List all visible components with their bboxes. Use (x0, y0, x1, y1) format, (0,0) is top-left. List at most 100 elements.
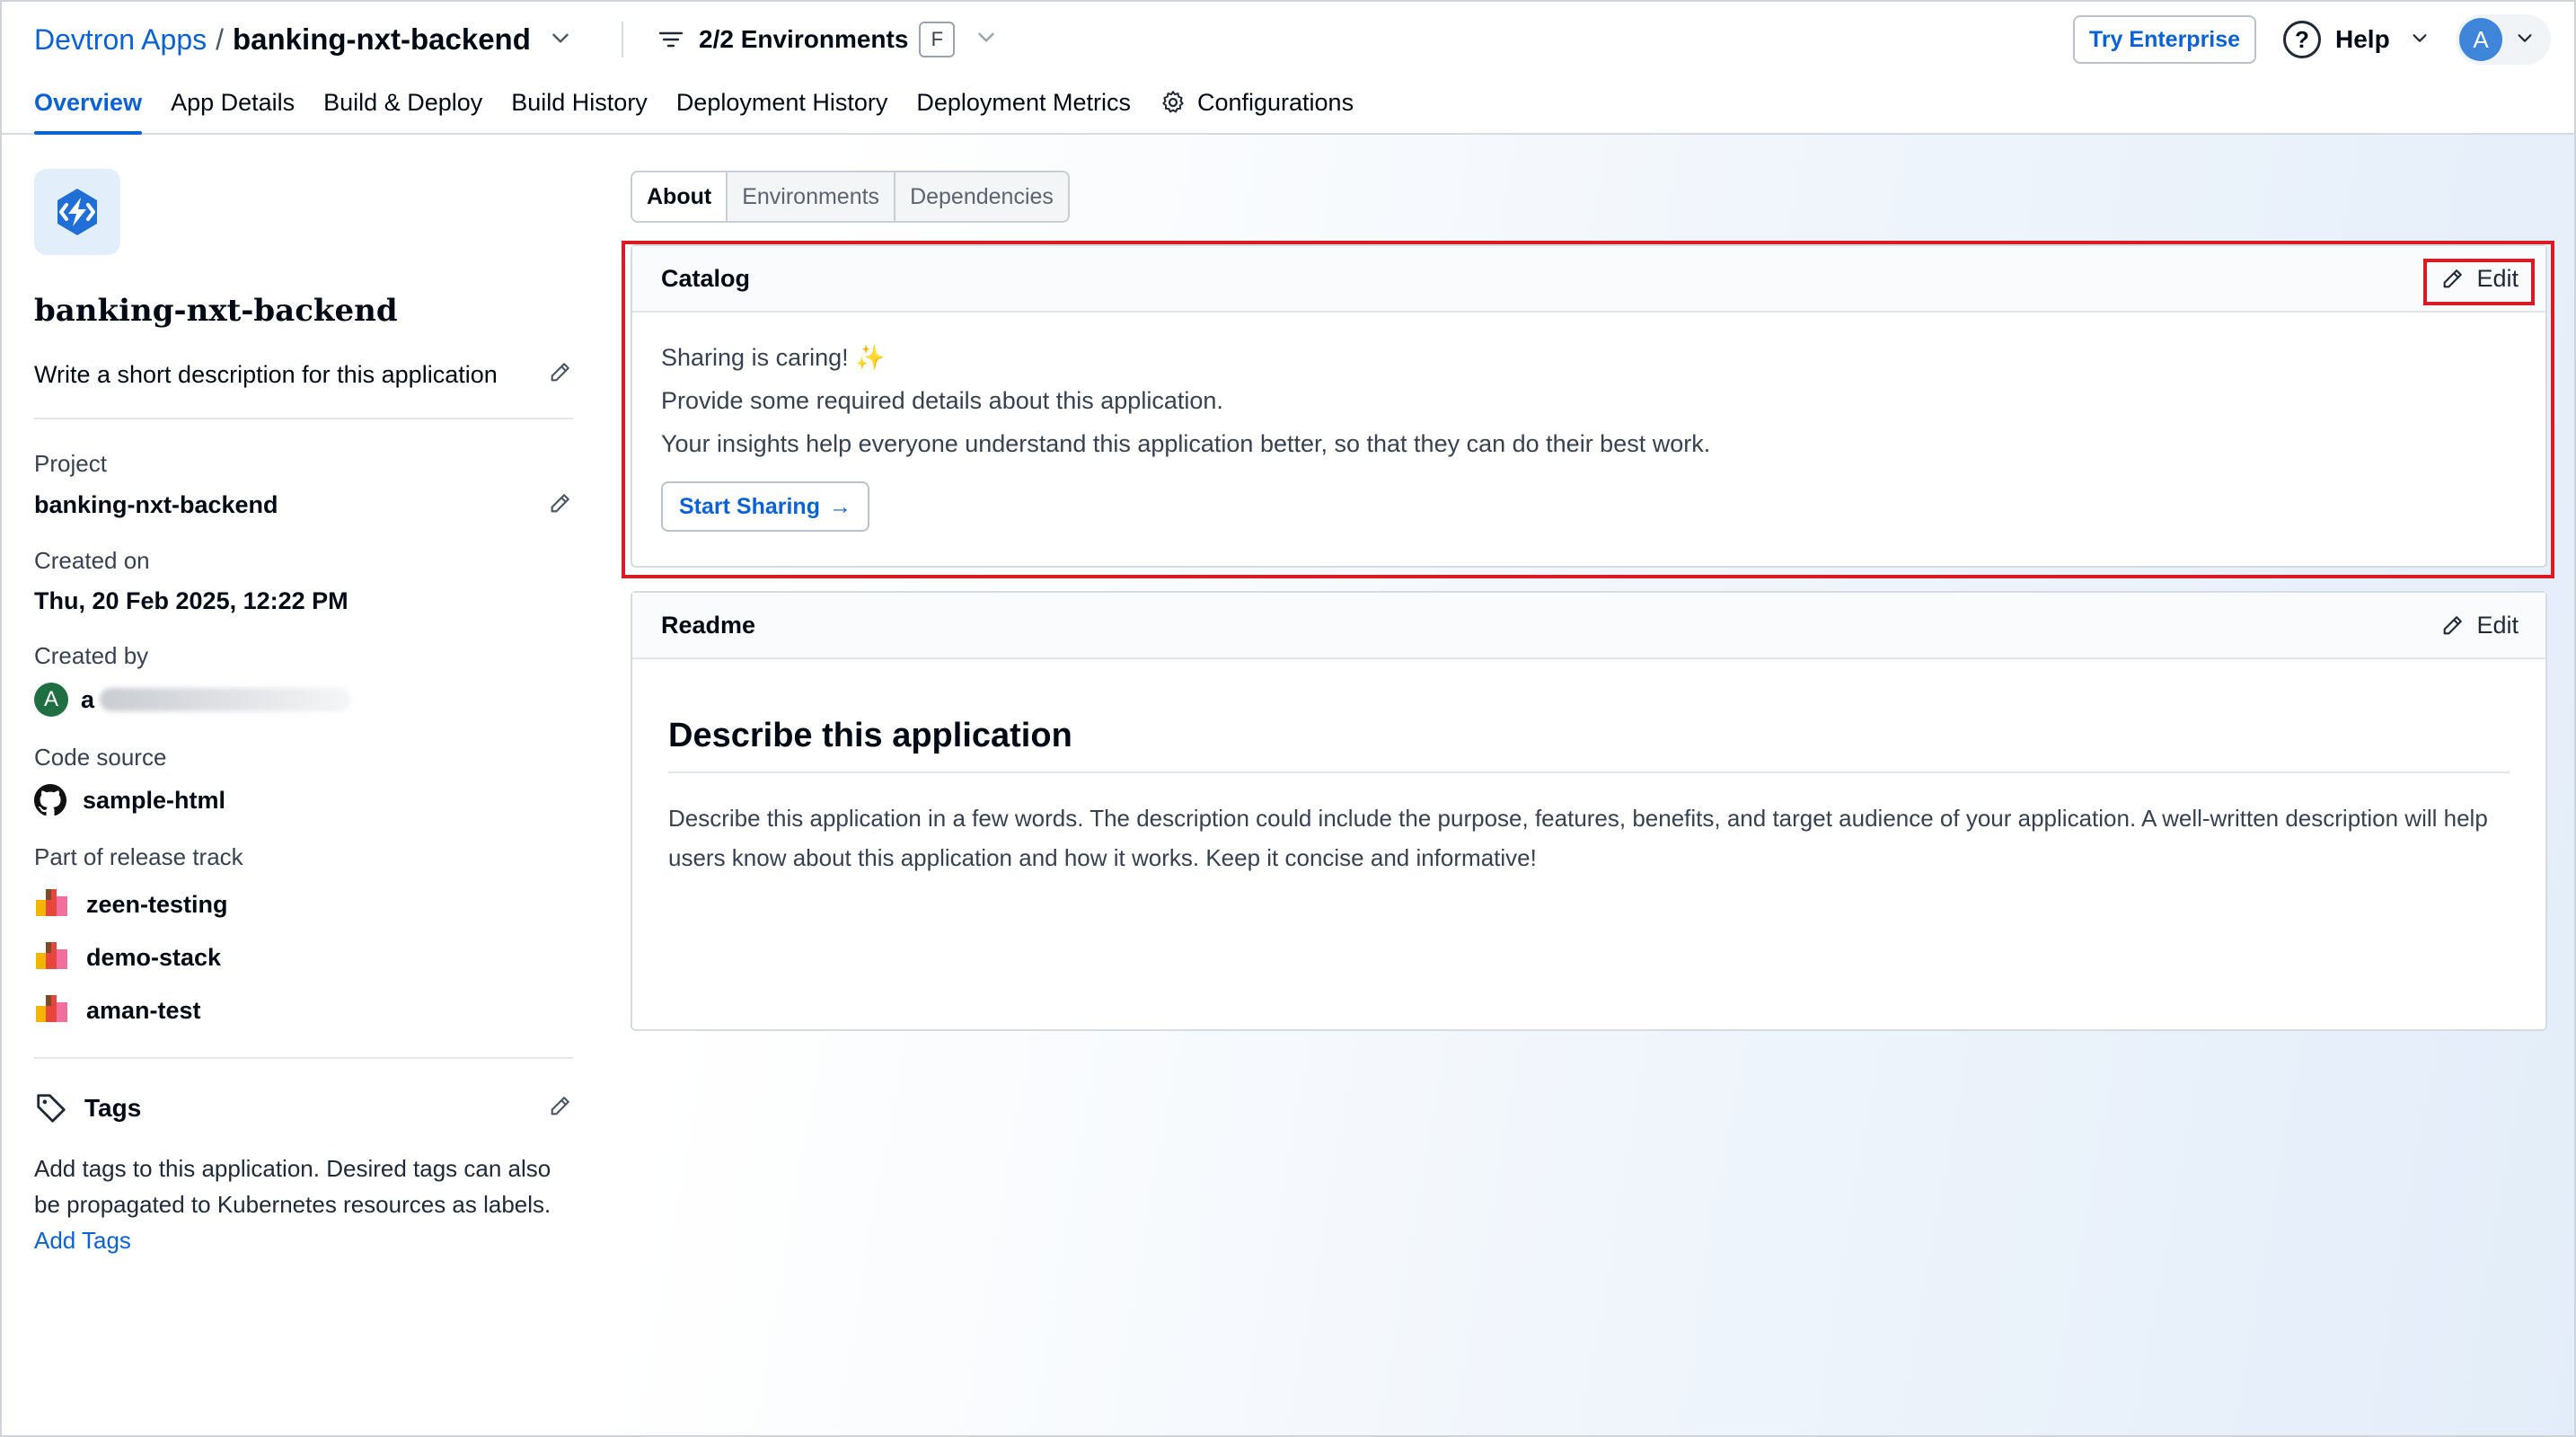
description-row: Write a short description for this appli… (34, 359, 573, 391)
readme-header: Readme Edit (632, 593, 2545, 659)
readme-heading: Describe this application (668, 717, 2510, 773)
catalog-sharing-text: Sharing is caring! (661, 344, 849, 371)
tags-description: Add tags to this application. Desired ta… (34, 1155, 551, 1218)
catalog-edit-label: Edit (2476, 264, 2519, 292)
user-menu-chevron-icon (2515, 28, 2535, 52)
code-source-label: Code source (34, 744, 167, 771)
environment-filter-label: 2/2 Environments (699, 25, 909, 53)
created-on-value: Thu, 20 Feb 2025, 12:22 PM (34, 587, 348, 614)
tags-help-text: Add tags to this application. Desired ta… (34, 1150, 573, 1258)
tab-deployment-metrics[interactable]: Deployment Metrics (916, 84, 1131, 135)
tab-configurations[interactable]: Configurations (1160, 84, 1354, 135)
edit-tags-pencil-icon[interactable] (548, 1093, 573, 1124)
top-header: Devtron Apps / banking-nxt-backend 2/2 E… (2, 2, 2574, 135)
tab-overview[interactable]: Overview (34, 84, 143, 135)
divider (34, 1057, 573, 1059)
edit-description-pencil-icon[interactable] (548, 359, 573, 391)
tags-header: Tags (34, 1091, 573, 1125)
tab-environments[interactable]: Environments (726, 172, 894, 221)
try-enterprise-button[interactable]: Try Enterprise (2073, 15, 2256, 64)
tab-app-details[interactable]: App Details (171, 84, 295, 135)
catalog-body: Sharing is caring! ✨ Provide some requir… (632, 313, 2545, 555)
tag-icon (37, 1094, 66, 1123)
environment-filter-shortcut-badge: F (919, 22, 956, 57)
start-sharing-label: Start Sharing (679, 493, 820, 519)
release-track-block: Part of release track zeen-testing demo-… (34, 843, 573, 1030)
readme-edit-label: Edit (2476, 611, 2519, 639)
add-tags-link[interactable]: Add Tags (34, 1227, 131, 1254)
pencil-icon (2444, 616, 2463, 635)
tab-configurations-label: Configurations (1196, 89, 1354, 116)
gear-icon (1160, 89, 1187, 122)
created-on-label: Created on (34, 547, 150, 574)
tab-build-history[interactable]: Build History (511, 84, 648, 135)
release-track-item[interactable]: zeen-testing (34, 886, 573, 924)
release-track-name: zeen-testing (86, 891, 228, 918)
app-name-heading: banking-nxt-backend (34, 293, 398, 329)
breadcrumb-devtron-apps[interactable]: Devtron Apps (34, 23, 207, 57)
breadcrumb-app-name[interactable]: banking-nxt-backend (233, 22, 531, 57)
release-track-name: demo-stack (86, 944, 222, 971)
readme-card: Readme Edit Describe this application De… (631, 591, 2547, 1031)
breadcrumb: Devtron Apps / banking-nxt-backend (34, 20, 572, 59)
release-track-name: aman-test (86, 997, 201, 1024)
help-menu[interactable]: ? Help (2283, 18, 2430, 61)
help-chevron-icon (2410, 25, 2430, 54)
edit-project-pencil-icon[interactable] (548, 490, 573, 520)
sparkle-icon: ✨ (855, 344, 886, 371)
release-track-icon (34, 886, 70, 924)
catalog-header: Catalog Edit (632, 246, 2545, 313)
catalog-line-1: Sharing is caring! ✨ (661, 336, 2517, 379)
code-source-block: Code source sample-html (34, 744, 573, 816)
project-block: Project banking-nxt-backend (34, 450, 573, 520)
catalog-card: Catalog Edit Sharing is caring! ✨ Provid… (631, 244, 2547, 568)
code-source-repo[interactable]: sample-html (83, 787, 225, 815)
catalog-edit-button[interactable]: Edit (2440, 265, 2519, 293)
divider (34, 418, 573, 419)
creator-avatar: A (34, 683, 68, 717)
tab-about[interactable]: About (632, 172, 727, 221)
readme-text: Describe this application in a few words… (668, 805, 2488, 871)
user-menu[interactable]: A (2456, 14, 2551, 65)
release-track-label: Part of release track (34, 843, 243, 870)
environment-filter[interactable]: 2/2 Environments F (657, 20, 998, 59)
help-label: Help (2335, 25, 2390, 53)
release-track-icon (34, 939, 70, 977)
github-icon (34, 784, 66, 816)
tags-label: Tags (84, 1094, 142, 1122)
created-by-label: Created by (34, 642, 149, 669)
release-track-item[interactable]: aman-test (34, 992, 573, 1030)
created-by-block: Created by A a (34, 642, 573, 717)
redacted-email-blur (100, 688, 352, 711)
project-value: banking-nxt-backend (34, 491, 278, 518)
catalog-line-3: Your insights help everyone understand t… (661, 430, 1711, 457)
environment-filter-chevron-icon[interactable] (975, 25, 998, 55)
release-track-item[interactable]: demo-stack (34, 939, 573, 977)
tab-build-deploy[interactable]: Build & Deploy (323, 84, 482, 135)
app-overview-sidebar: banking-nxt-backend Write a short descri… (34, 169, 573, 1258)
app-switcher-chevron-icon[interactable] (549, 23, 572, 57)
description-placeholder[interactable]: Write a short description for this appli… (34, 361, 498, 389)
project-label: Project (34, 450, 107, 477)
app-nav-tabs: Overview App Details Build & Deploy Buil… (34, 84, 1382, 135)
readme-edit-button[interactable]: Edit (2440, 612, 2519, 639)
release-track-icon (34, 992, 70, 1030)
help-question-icon: ? (2283, 21, 2321, 58)
tab-dependencies[interactable]: Dependencies (894, 172, 1068, 221)
overview-segment-tabs: About Environments Dependencies (631, 171, 1070, 223)
app-logo-icon (34, 169, 120, 255)
catalog-line-2: Provide some required details about this… (661, 387, 1223, 414)
header-divider (622, 22, 623, 57)
breadcrumb-separator: / (216, 22, 224, 56)
avatar: A (2459, 18, 2502, 61)
app-window: Devtron Apps / banking-nxt-backend 2/2 E… (0, 0, 2576, 1437)
readme-title: Readme (661, 611, 756, 639)
filter-icon (657, 29, 684, 50)
pencil-icon (2444, 269, 2463, 288)
tab-deployment-history[interactable]: Deployment History (676, 84, 888, 135)
start-sharing-button[interactable]: Start Sharing → (661, 481, 869, 532)
arrow-right-icon: → (828, 493, 851, 519)
readme-body: Describe this application Describe this … (632, 659, 2545, 877)
catalog-title: Catalog (661, 264, 751, 292)
creator-email: a (81, 685, 95, 713)
